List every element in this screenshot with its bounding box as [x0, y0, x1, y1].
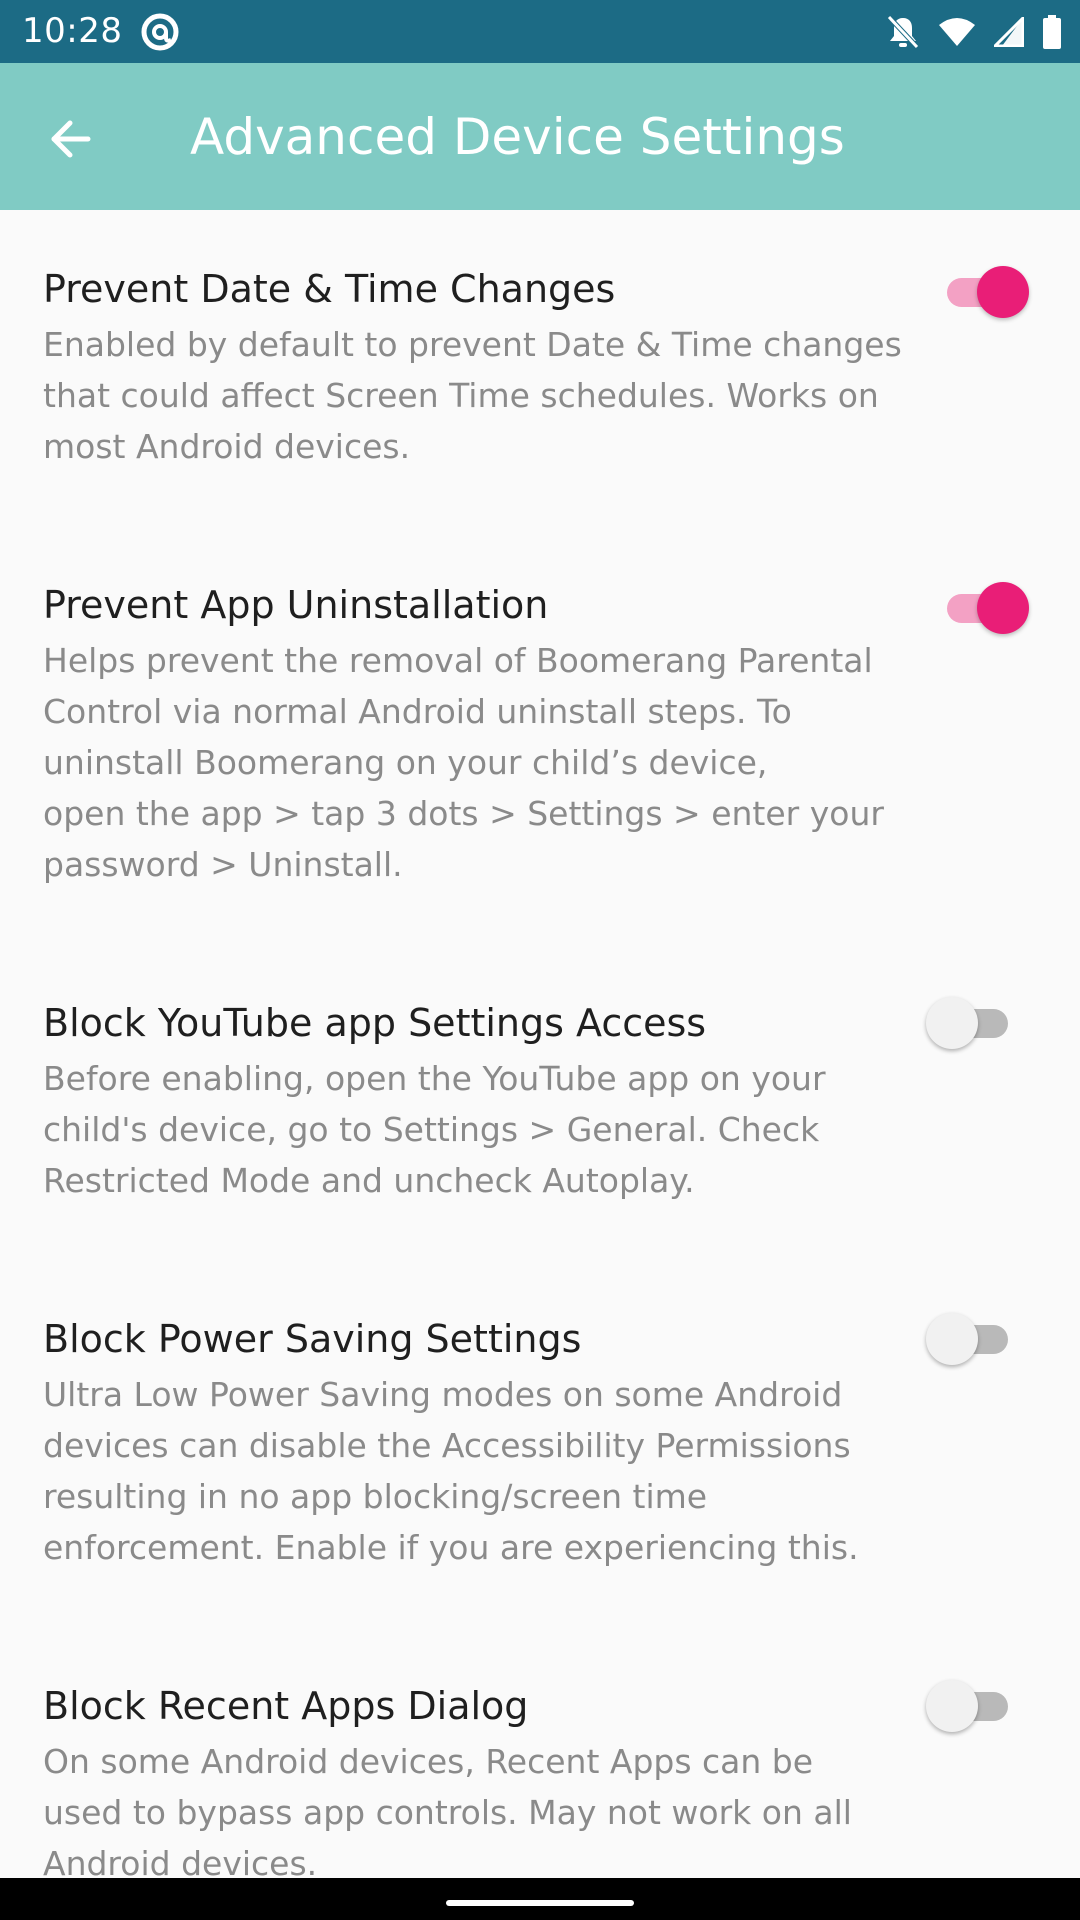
toggle-block-recent-apps[interactable]	[921, 1671, 1031, 1741]
setting-description: On some Android devices, Recent Apps can…	[43, 1742, 852, 1878]
switch-thumb	[977, 266, 1029, 318]
toggle-block-youtube-settings[interactable]	[921, 988, 1031, 1058]
back-button[interactable]	[30, 99, 110, 179]
at-sign-icon	[140, 12, 180, 52]
wifi-icon	[938, 17, 976, 47]
setting-description: Ultra Low Power Saving modes on some And…	[43, 1375, 859, 1567]
app-bar: Advanced Device Settings	[0, 63, 1080, 210]
arrow-back-icon	[51, 120, 91, 158]
toggle-block-power-saving[interactable]	[921, 1304, 1031, 1374]
status-icons	[886, 12, 1062, 52]
toggle-prevent-date-time[interactable]	[924, 257, 1034, 327]
settings-list: Prevent Date & Time Changes Enabled by d…	[0, 210, 1080, 1878]
notifications-off-icon	[886, 14, 920, 50]
setting-title: Block Power Saving Settings	[43, 1317, 582, 1361]
status-time: 10:28	[22, 11, 123, 51]
cell-signal-icon	[994, 17, 1024, 47]
setting-description: Helps prevent the removal of Boomerang P…	[43, 641, 884, 884]
switch-thumb	[926, 1680, 978, 1732]
setting-title: Prevent Date & Time Changes	[43, 267, 616, 311]
page-title: Advanced Device Settings	[190, 108, 845, 166]
setting-description: Enabled by default to prevent Date & Tim…	[43, 325, 902, 466]
toggle-prevent-uninstall[interactable]	[924, 573, 1034, 643]
navigation-bar	[0, 1878, 1080, 1920]
setting-description: Before enabling, open the YouTube app on…	[43, 1059, 826, 1200]
battery-icon	[1042, 15, 1062, 49]
switch-thumb	[926, 997, 978, 1049]
setting-title: Block YouTube app Settings Access	[43, 1001, 707, 1045]
setting-title: Block Recent Apps Dialog	[43, 1684, 529, 1728]
switch-thumb	[977, 582, 1029, 634]
status-bar: 10:28	[0, 0, 1080, 63]
home-handle[interactable]	[446, 1900, 634, 1906]
setting-title: Prevent App Uninstallation	[43, 583, 549, 627]
switch-thumb	[926, 1313, 978, 1365]
